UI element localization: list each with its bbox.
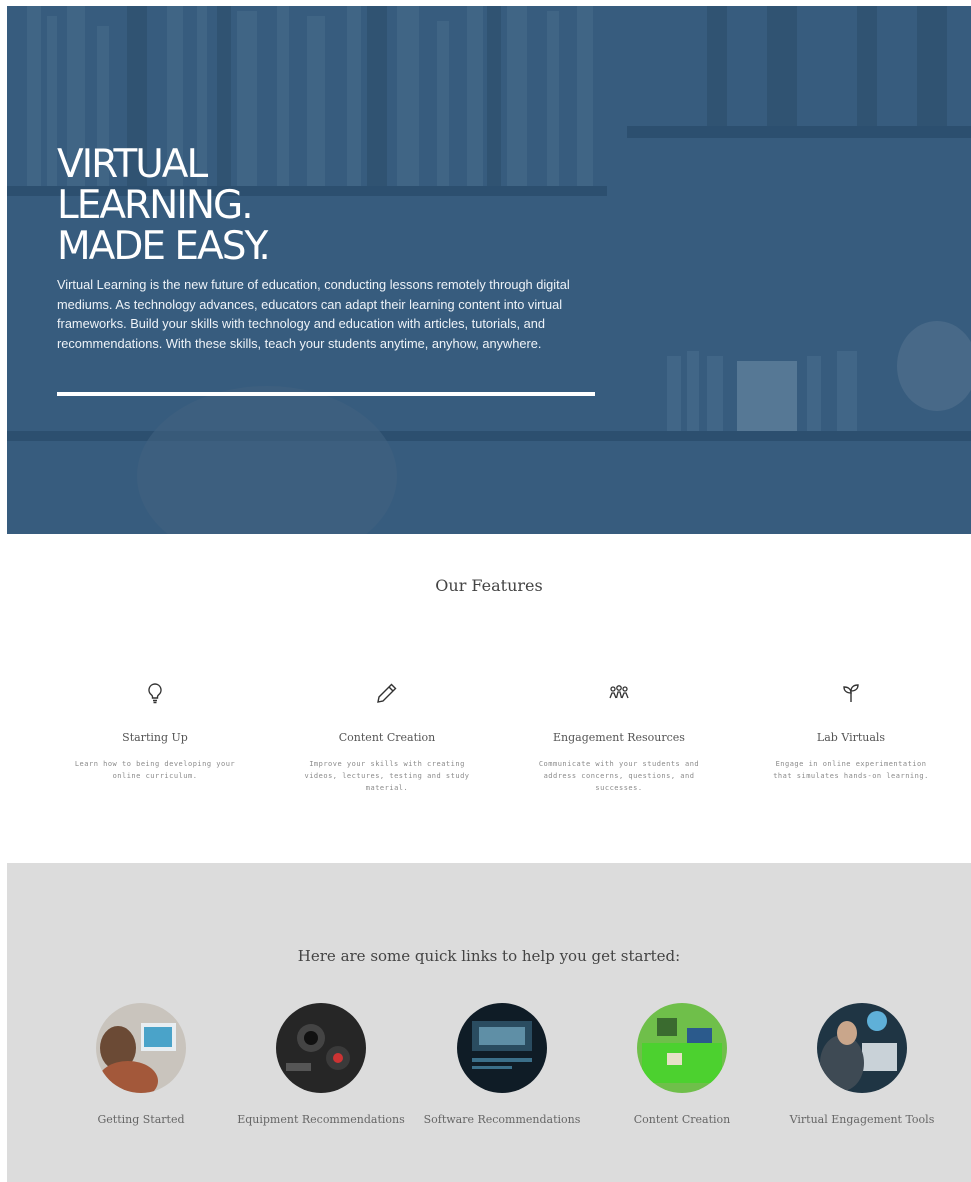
feature-title: Engagement Resources bbox=[553, 731, 685, 744]
feature-description: Communicate with your students and addre… bbox=[538, 760, 700, 792]
page: VIRTUAL LEARNING. MADE EASY. Virtual Lea… bbox=[7, 6, 971, 1182]
content-creation-thumbnail[interactable] bbox=[637, 1003, 727, 1093]
quick-link-equipment-recommendations[interactable]: Equipment Recommendations bbox=[231, 1003, 411, 1126]
software-thumbnail[interactable] bbox=[457, 1003, 547, 1093]
hero-content: VIRTUAL LEARNING. MADE EASY. Virtual Lea… bbox=[57, 144, 602, 353]
quick-link-content-creation[interactable]: Content Creation bbox=[592, 1003, 772, 1126]
hero-title-line: LEARNING. bbox=[57, 183, 254, 228]
feature-engagement-resources: Engagement Resources Communicate with yo… bbox=[529, 681, 709, 794]
quick-link-label[interactable]: Content Creation bbox=[592, 1113, 772, 1126]
quick-links-heading: Here are some quick links to help you ge… bbox=[297, 947, 681, 965]
sprout-icon bbox=[843, 684, 859, 702]
lightbulb-icon bbox=[148, 683, 162, 704]
quick-link-virtual-engagement-tools[interactable]: Virtual Engagement Tools bbox=[772, 1003, 952, 1126]
quick-link-label[interactable]: Equipment Recommendations bbox=[231, 1113, 411, 1126]
getting-started-thumbnail[interactable] bbox=[96, 1003, 186, 1093]
feature-content-creation: Content Creation Improve your skills wit… bbox=[297, 681, 477, 794]
quick-links-section: Here are some quick links to help you ge… bbox=[7, 863, 971, 1182]
quick-link-label[interactable]: Getting Started bbox=[51, 1113, 231, 1126]
quick-link-label[interactable]: Virtual Engagement Tools bbox=[772, 1113, 952, 1126]
feature-description: Engage in online experimentation that si… bbox=[773, 760, 929, 780]
hero-description: Virtual Learning is the new future of ed… bbox=[57, 277, 570, 351]
feature-starting-up: Starting Up Learn how to being developin… bbox=[65, 681, 245, 782]
pencil-icon bbox=[377, 683, 397, 703]
hero-title-line: VIRTUAL bbox=[57, 142, 208, 187]
feature-title: Starting Up bbox=[122, 731, 188, 744]
hero-section: VIRTUAL LEARNING. MADE EASY. Virtual Lea… bbox=[7, 6, 971, 534]
quick-link-label[interactable]: Software Recommendations bbox=[412, 1113, 592, 1126]
quick-link-getting-started[interactable]: Getting Started bbox=[51, 1003, 231, 1126]
hero-title-line: MADE EASY. bbox=[57, 224, 271, 269]
quick-link-software-recommendations[interactable]: Software Recommendations bbox=[412, 1003, 592, 1126]
feature-title: Content Creation bbox=[338, 731, 436, 744]
feature-description: Improve your skills with creating videos… bbox=[304, 760, 470, 792]
feature-lab-virtuals: Lab Virtuals Engage in online experiment… bbox=[761, 681, 941, 782]
equipment-thumbnail[interactable] bbox=[276, 1003, 366, 1093]
hero-title: VIRTUAL LEARNING. MADE EASY. bbox=[57, 144, 602, 267]
features-heading: Our Features bbox=[435, 576, 543, 595]
feature-description: Learn how to being developing your onlin… bbox=[74, 760, 236, 780]
people-group-icon bbox=[609, 685, 629, 699]
feature-title: Lab Virtuals bbox=[816, 731, 886, 744]
engagement-tools-thumbnail[interactable] bbox=[817, 1003, 907, 1093]
hero-divider bbox=[57, 392, 595, 396]
